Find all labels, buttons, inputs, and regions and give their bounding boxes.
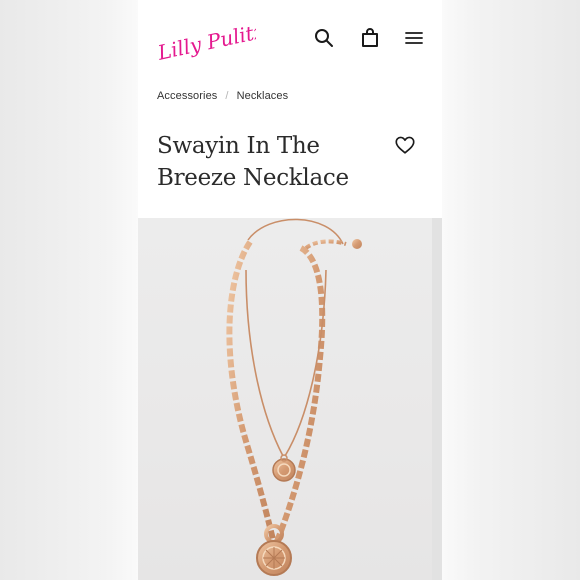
breadcrumb-separator: / — [225, 90, 229, 102]
product-title: Swayin In The Breeze Necklace — [157, 133, 349, 191]
hamburger-menu-icon — [405, 32, 423, 44]
menu-button[interactable] — [402, 26, 426, 50]
mobile-page: Lilly Pulitzer Accessories / Necklaces S… — [138, 0, 442, 580]
image-carousel-edge — [432, 218, 442, 580]
search-button[interactable] — [312, 26, 336, 50]
svg-text:Lilly Pulitzer: Lilly Pulitzer — [156, 18, 256, 65]
breadcrumb: Accessories / Necklaces — [157, 90, 288, 102]
site-header: Lilly Pulitzer — [138, 0, 442, 78]
breadcrumb-necklaces[interactable]: Necklaces — [237, 90, 289, 102]
logo-script: Lilly Pulitzer — [155, 14, 289, 65]
product-image[interactable] — [138, 218, 442, 580]
shopping-bag-icon — [362, 28, 378, 47]
heart-outline-icon — [395, 136, 415, 154]
brand-logo[interactable]: Lilly Pulitzer — [155, 14, 289, 68]
shopping-bag-button[interactable] — [358, 26, 382, 50]
necklace-illustration — [226, 218, 362, 576]
breadcrumb-accessories[interactable]: Accessories — [157, 90, 217, 102]
search-icon — [315, 29, 333, 47]
wishlist-button[interactable] — [394, 134, 416, 156]
